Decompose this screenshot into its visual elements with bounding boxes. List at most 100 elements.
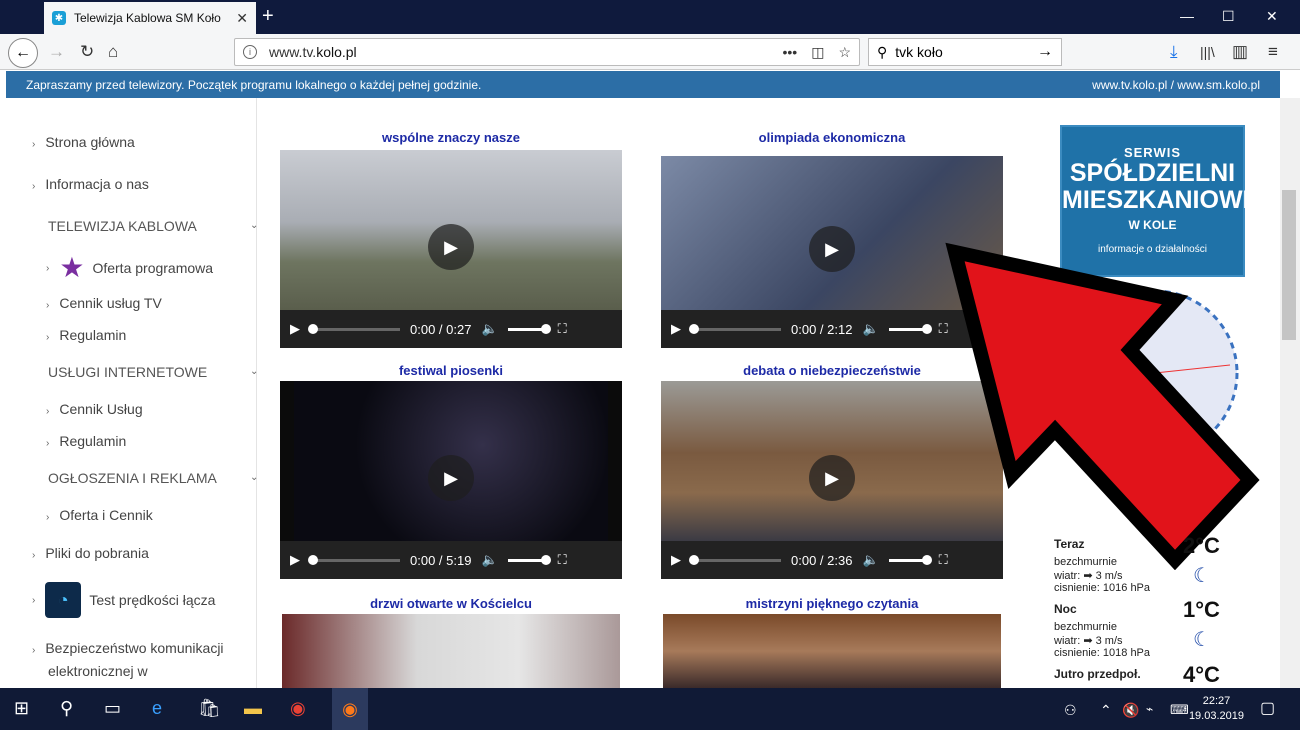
volume-slider[interactable] [507,554,551,565]
seek-bar[interactable] [689,554,781,565]
page-actions-button[interactable]: ••• [782,44,797,61]
chevron-right-icon: › [46,300,50,311]
chrome-icon[interactable]: ◉ [290,698,306,719]
play-overlay-icon[interactable]: ▶ [428,455,474,501]
tab-close-icon[interactable]: ✕ [236,10,248,27]
seek-bar[interactable] [689,323,781,334]
clock-date: 19.03.2019 [1188,710,1244,722]
chevron-up-icon[interactable]: ⌃ [1100,702,1112,719]
volume-icon[interactable]: 🔈 [862,321,878,337]
banner-links[interactable]: www.tv.kolo.pl / www.sm.kolo.pl [1092,78,1260,92]
play-icon[interactable]: ▶ [671,321,681,337]
volume-icon[interactable]: 🔈 [862,552,878,568]
red-arrow-icon [945,242,1260,570]
sidebar-item-speedtest[interactable]: › ◔ Test prędkości łącza [32,582,215,618]
firefox-icon[interactable]: ◉ [332,688,368,730]
pocket-icon[interactable]: ◫ [811,44,824,61]
maximize-button[interactable]: ☐ [1222,8,1235,25]
sidebar-item-internet-rules[interactable]: › Regulamin [46,433,126,449]
system-clock[interactable]: 22:27 19.03.2019 [1189,694,1244,724]
star-logo-icon: ★ [59,252,85,283]
reload-button[interactable]: ↻ [80,42,94,62]
sidebar-item-tv-prices[interactable]: › Cennik usług TV [46,295,162,311]
sidebar-item-downloads[interactable]: › Pliki do pobrania [32,545,149,561]
search-icon[interactable]: ⚲ [60,698,73,719]
windows-start-icon[interactable]: ⊞ [14,698,29,719]
video-player[interactable] [282,614,620,688]
task-view-icon[interactable]: ▭ [104,698,121,719]
sidebar-item-home[interactable]: › Strona główna [32,134,135,150]
sidebar-item-tv-rules[interactable]: › Regulamin [46,327,126,343]
play-overlay-icon[interactable]: ▶ [809,455,855,501]
home-button[interactable]: ⌂ [108,42,118,62]
video-title[interactable]: festiwal piosenki [280,363,622,378]
logo-line: SPÓŁDZIELNI [1069,159,1236,187]
library-icon[interactable]: |||\ [1200,42,1215,62]
scrollbar-thumb[interactable] [1282,190,1296,340]
edge-icon[interactable]: e [152,698,162,719]
weather-now-wind: wiatr: ➡ 3 m/s [1054,570,1123,582]
seek-bar[interactable] [308,554,400,565]
search-input[interactable]: tvk koło [895,44,942,60]
moon-icon: ☾ [1193,565,1211,587]
page-scrollbar[interactable] [1280,98,1300,688]
network-icon[interactable]: ⌁ [1146,702,1153,716]
search-go-icon[interactable]: → [1037,43,1053,61]
volume-slider[interactable] [888,554,932,565]
sidebar-menu: › Strona główna › Informacja o nas TELEWIZ… [6,98,258,688]
sidebar-icon[interactable]: ▥ [1232,42,1248,62]
weather-night-temp: 1°C [1183,597,1220,622]
video-title[interactable]: drzwi otwarte w Kościelcu [280,596,622,611]
video-title[interactable]: wspólne znaczy nasze [280,130,622,145]
volume-slider[interactable] [888,323,932,334]
play-overlay-icon[interactable]: ▶ [428,224,474,270]
sidebar-item-ad-offer[interactable]: › Oferta i Cennik [46,507,153,523]
bookmark-star-icon[interactable]: ☆ [838,44,851,61]
play-icon[interactable]: ▶ [290,552,300,568]
sidebar-item-internet-prices[interactable]: › Cennik Usług [46,401,143,417]
logo-line: MIESZKANIOWEJ [1062,186,1274,214]
play-icon[interactable]: ▶ [671,552,681,568]
fullscreen-icon[interactable]: ⛶ [558,321,567,337]
volume-slider[interactable] [507,323,551,334]
download-icon[interactable]: ⤓ [1170,42,1178,62]
sidebar-section-tv[interactable]: TELEWIZJA KABLOWA [48,218,197,234]
sidebar-item-about[interactable]: › Informacja o nas [32,176,149,192]
info-icon[interactable]: i [243,45,257,59]
play-overlay-icon[interactable]: ▶ [809,226,855,272]
fullscreen-icon[interactable]: ⛶ [558,552,567,568]
clock-time: 22:27 [1202,695,1231,707]
video-player[interactable] [663,614,1001,688]
search-box[interactable]: ⚲ tvk koło → [868,38,1062,66]
play-icon[interactable]: ▶ [290,321,300,337]
video-player[interactable]: ▶ ▶ 0:00 / 5:19 🔈 ⛶ [280,381,622,579]
volume-icon[interactable]: 🔈 [481,321,497,337]
sidebar-item-security-cont[interactable]: elektronicznej w [48,663,148,679]
browser-tab[interactable]: ✱ Telewizja Kablowa SM Koło ✕ [44,2,256,34]
url-bar[interactable]: i www.tv. kolo.pl ••• ◫ ☆ [234,38,860,66]
store-icon[interactable]: 🛍 [198,698,221,719]
sidebar-item-security[interactable]: › Bezpieczeństwo komunikacji [32,640,224,656]
close-window-button[interactable]: ✕ [1266,8,1278,25]
language-icon[interactable]: ⌨ [1170,702,1189,718]
menu-icon[interactable]: ≡ [1268,42,1278,62]
banner-text: Zapraszamy przed telewizory. Początek pr… [26,77,482,92]
volume-icon[interactable]: 🔈 [481,552,497,568]
people-icon[interactable]: ⚇ [1064,702,1077,719]
seek-bar[interactable] [308,323,400,334]
back-button[interactable]: ← [8,38,38,68]
tab-title: Telewizja Kablowa SM Koło [74,11,221,25]
sidebar-section-ads[interactable]: OGŁOSZENIA I REKLAMA [48,470,217,486]
chevron-right-icon: › [46,512,50,523]
sidebar-item-program[interactable]: › ★ Oferta programowa [46,252,213,283]
sidebar-section-internet[interactable]: USŁUGI INTERNETOWE [48,364,207,380]
new-tab-button[interactable]: + [262,6,274,26]
minimize-button[interactable]: — [1180,8,1194,24]
video-title[interactable]: olimpiada ekonomiczna [661,130,1003,145]
volume-muted-icon[interactable]: 🔇 [1122,702,1139,719]
file-explorer-icon[interactable]: ▬ [244,698,262,719]
video-player[interactable]: ▶ ▶ 0:00 / 0:27 🔈 ⛶ [280,150,622,348]
video-title[interactable]: mistrzyni pięknego czytania [661,596,1003,611]
forward-button[interactable]: → [48,42,65,62]
notification-icon[interactable]: ▢ [1260,698,1275,718]
